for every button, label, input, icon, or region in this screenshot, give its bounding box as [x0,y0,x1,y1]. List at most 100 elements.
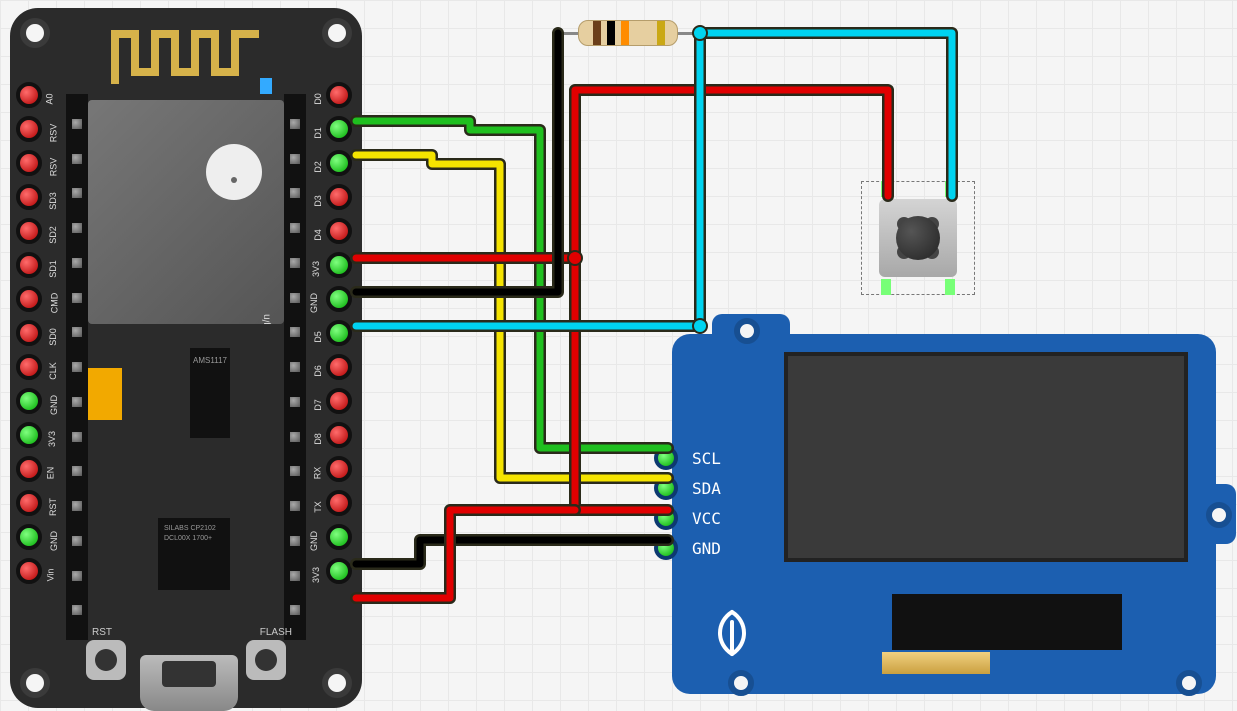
oled-driver-chip [892,594,1122,650]
pin-d1[interactable]: D1 [326,116,352,142]
pin-label: RSV [48,124,58,143]
usb-uart-chip: SILABS CP2102 DCL00X 1700+ [158,518,230,590]
flex-cable-icon [882,652,990,674]
oled-pin-pad [654,446,678,470]
pin-d3[interactable]: D3 [326,184,352,210]
oled-pin-pad [654,536,678,560]
oled-pin-gnd[interactable]: GND [654,536,721,560]
pins-left: A0 RSV RSV SD3 SD2 SD1 CMD SD0 CLK GND 3V3 EN RST GND… [16,82,46,584]
resistor-band-4 [657,21,665,45]
pin-label: TX [313,501,323,513]
pin-d4[interactable]: D4 [326,218,352,244]
pin-rx[interactable]: RX [326,456,352,482]
pin-label: SD0 [48,328,58,346]
pin-label: D4 [313,229,323,241]
mounting-hole [322,668,352,698]
oled-pin-pad [654,506,678,530]
wire-gnd-resistor [356,33,558,292]
pin-label: D6 [313,365,323,377]
wire-d1-scl [356,121,668,448]
mounting-hole [20,668,50,698]
oled-pin-label: GND [692,539,721,558]
pin-d8[interactable]: D8 [326,422,352,448]
pin-vin[interactable]: Vin [16,558,42,584]
pin-clk[interactable]: CLK [16,354,42,380]
pin-label: CMD [49,293,59,314]
pin-en[interactable]: EN [16,456,42,482]
tantalum-cap-icon [82,368,122,420]
seeed-logo-icon [704,604,760,660]
pin-rsv[interactable]: RSV [16,116,42,142]
pin-rsv[interactable]: RSV [16,150,42,176]
pin-d5[interactable]: D5 [326,320,352,346]
pin-label: D8 [313,433,323,445]
pin-label: Vin [45,569,55,582]
pin-sd0[interactable]: SD0 [16,320,42,346]
pin-sd3[interactable]: SD3 [16,184,42,210]
pin-gnd[interactable]: GND [326,286,352,312]
mounting-hole [734,318,760,344]
wifi-icon [206,144,262,200]
pin-label: GND [49,531,59,551]
status-led [260,78,272,94]
pin-gnd[interactable]: GND [16,524,42,550]
oled-pin-label: SCL [692,449,721,468]
pin-gnd[interactable]: GND [326,524,352,550]
pin-label: D0 [313,93,323,105]
pin-3v3[interactable]: 3V3 [16,422,42,448]
pin-d6[interactable]: D6 [326,354,352,380]
oled-pin-vcc[interactable]: VCC [654,506,721,530]
pin-cmd[interactable]: CMD [16,286,42,312]
nodemcu-board: ESP8266MOD ISM 2.4GHz PA +25dBm 802.11b/… [10,8,362,708]
pin-label: CLK [48,362,58,380]
pin-label: D3 [313,195,323,207]
oled-screen [784,352,1188,562]
mounting-hole [20,18,50,48]
pin-header [284,94,306,640]
pin-d0[interactable]: D0 [326,82,352,108]
oled-display-module[interactable]: SCLSDAVCCGND [672,334,1216,694]
pin-rst[interactable]: RST [16,490,42,516]
button-leg [881,279,891,295]
mounting-hole [1206,502,1232,528]
voltage-regulator: AMS1117 [190,348,230,438]
resistor-band-2 [607,21,615,45]
pin-label: 3V3 [311,261,321,277]
oled-pin-sda[interactable]: SDA [654,476,721,500]
pin-label: D7 [313,399,323,411]
pin-label: EN [45,467,55,480]
pin-label: SD3 [48,192,58,210]
pin-label: D1 [313,127,323,139]
tactile-pushbutton[interactable] [865,185,971,291]
wire-3v3-oled [356,510,575,598]
resistor-10k[interactable] [578,20,678,46]
pins-right: D0 D1 D2 D3 D4 3V3 GND D5 D6 D7 D8 RX TX GND 3V3 [326,82,356,584]
pin-3v3[interactable]: 3V3 [326,252,352,278]
oled-pin-scl[interactable]: SCL [654,446,721,470]
resistor-body [578,20,678,46]
pin-gnd[interactable]: GND [16,388,42,414]
pin-tx[interactable]: TX [326,490,352,516]
button-leg [945,181,955,197]
pin-label: D2 [313,161,323,173]
pin-label: SD1 [48,260,58,278]
flash-button[interactable] [246,640,286,680]
pin-label: SD2 [48,226,58,244]
pin-3v3[interactable]: 3V3 [326,558,352,584]
pin-d2[interactable]: D2 [326,150,352,176]
wire-d2-sda [356,155,668,478]
pin-label: GND [309,293,319,313]
oled-pin-label: VCC [692,509,721,528]
pin-label: RSV [48,158,58,177]
resistor-lead [560,32,580,35]
mounting-hole [322,18,352,48]
pin-sd1[interactable]: SD1 [16,252,42,278]
mounting-hole [1176,670,1202,696]
rst-button[interactable] [86,640,126,680]
pin-sd2[interactable]: SD2 [16,218,42,244]
pin-label: 3V3 [47,431,57,447]
mounting-hole [728,670,754,696]
pin-d7[interactable]: D7 [326,388,352,414]
resistor-band-3 [621,21,629,45]
pin-a0[interactable]: A0 [16,82,42,108]
